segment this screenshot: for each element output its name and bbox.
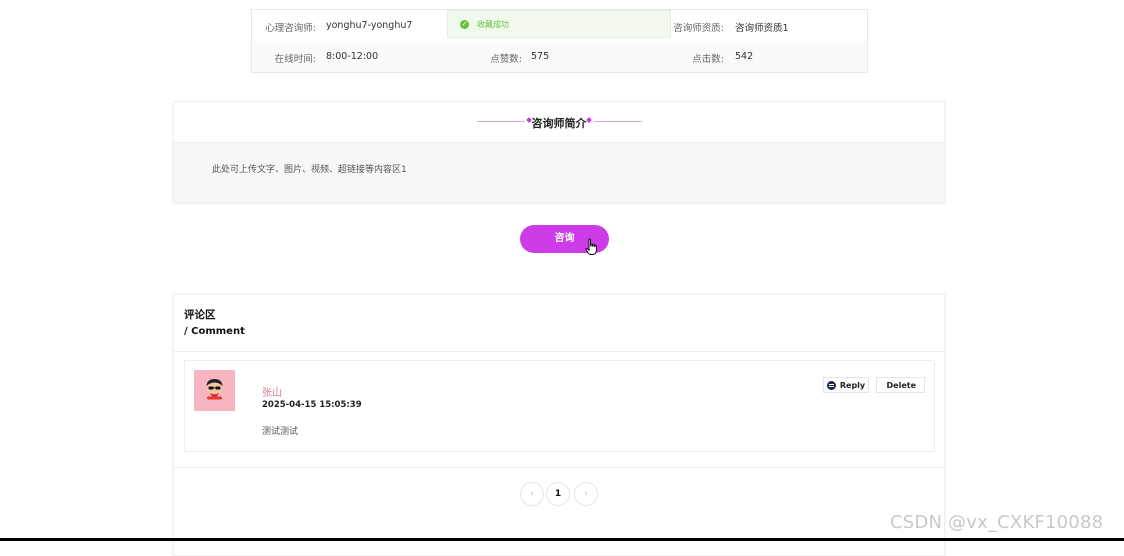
counselor-label: 心理咨询师: [265, 23, 316, 34]
chat-icon [826, 380, 836, 390]
reply-label: Reply [839, 380, 866, 390]
success-toast: ✓ 收藏成功 [447, 10, 671, 38]
check-circle-icon: ✓ [460, 19, 469, 29]
likes-label: 点赞数: [490, 54, 522, 65]
comment-subtitle: / Comment [184, 326, 245, 337]
intro-content: 此处可上传文字、图片、视频、超链接等内容区1 [212, 165, 407, 175]
pagination: ‹ 1 › [520, 482, 600, 506]
avatar [194, 370, 235, 411]
clicks-value: 542 [735, 51, 754, 62]
online-time-label: 在线时间: [274, 54, 316, 65]
info-row-1: 心理咨询师: yonghu7-yonghu7 ✓ 收藏成功 咨询师资质: 咨询师… [252, 10, 867, 41]
hand-cursor-icon [585, 238, 597, 255]
counselor-info-table: 心理咨询师: yonghu7-yonghu7 ✓ 收藏成功 咨询师资质: 咨询师… [251, 9, 868, 73]
comment-title: 评论区 [184, 309, 216, 321]
prev-page-button[interactable]: ‹ [520, 482, 544, 506]
watermark: CSDN @vx_CXKF10088 [890, 512, 1104, 533]
title-deco-right [594, 121, 642, 122]
delete-button[interactable]: Delete [876, 377, 925, 393]
qualification-value: 咨询师资质1 [735, 23, 789, 34]
comment-timestamp: 2025-04-15 15:05:39 [262, 400, 362, 410]
counselor-intro-panel: 咨询师简介 此处可上传文字、图片、视频、超链接等内容区1 [173, 101, 945, 203]
intro-header: 咨询师简介 [174, 102, 944, 143]
comment-section: 评论区 / Comment 张山 2025-04-15 15:05:39 测试测… [173, 294, 945, 556]
likes-value: 575 [531, 51, 550, 62]
info-row-2: 在线时间: 8:00-12:00 点赞数: 575 点击数: 542 [252, 41, 867, 72]
comment-content: 测试测试 [262, 427, 299, 437]
divider [174, 467, 944, 468]
online-time-value: 8:00-12:00 [326, 51, 379, 62]
intro-title: 咨询师简介 [531, 117, 587, 130]
page-button-1[interactable]: 1 [546, 482, 570, 506]
reply-button[interactable]: Reply [823, 377, 869, 393]
comment-item: 张山 2025-04-15 15:05:39 测试测试 Reply Delete [184, 360, 935, 452]
divider [174, 351, 944, 352]
clicks-label: 点击数: [692, 54, 724, 65]
toast-message: 收藏成功 [477, 19, 509, 29]
qualification-label: 咨询师资质: [673, 23, 724, 34]
counselor-value: yonghu7-yonghu7 [326, 20, 413, 31]
comment-username: 张山 [262, 388, 282, 399]
avatar-face-icon [206, 379, 223, 400]
next-page-button[interactable]: › [574, 482, 598, 506]
intro-body: 此处可上传文字、图片、视频、超链接等内容区1 [174, 143, 944, 202]
